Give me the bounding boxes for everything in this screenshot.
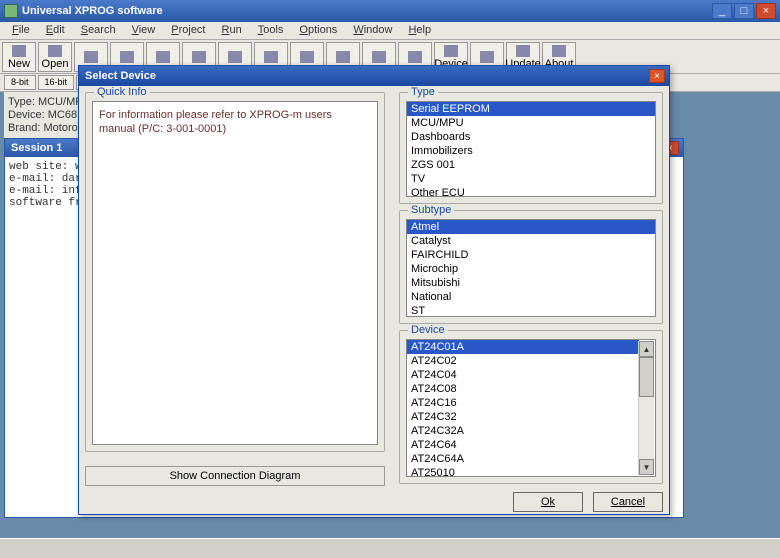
list-item[interactable]: AT25010 — [407, 466, 639, 477]
list-item[interactable]: AT24C08 — [407, 382, 639, 396]
menubar: FileEditSearchViewProjectRunToolsOptions… — [0, 22, 780, 40]
toolbar2-8-bit[interactable]: 8-bit — [4, 75, 36, 90]
show-connection-diagram-button[interactable]: Show Connection Diagram — [85, 466, 385, 486]
menu-file[interactable]: File — [4, 22, 38, 39]
close-button[interactable]: × — [756, 3, 776, 19]
list-item[interactable]: National — [407, 290, 655, 304]
list-item[interactable]: MCU/MPU — [407, 116, 655, 130]
menu-view[interactable]: View — [124, 22, 164, 39]
list-item[interactable]: Dashboards — [407, 130, 655, 144]
menu-project[interactable]: Project — [163, 22, 213, 39]
scroll-up-button[interactable]: ▲ — [639, 341, 654, 357]
select-device-dialog: Select Device × Quick Info For informati… — [78, 65, 670, 515]
app-icon — [4, 4, 18, 18]
info-device-label: Device: — [8, 109, 45, 121]
list-item[interactable]: AT24C02 — [407, 354, 639, 368]
quick-info-group: Quick Info For information please refer … — [85, 92, 385, 452]
menu-search[interactable]: Search — [73, 22, 124, 39]
list-item[interactable]: AT24C01A — [407, 340, 639, 354]
list-item[interactable]: Atmel — [407, 220, 655, 234]
scroll-thumb[interactable] — [639, 357, 654, 397]
menu-options[interactable]: Options — [291, 22, 345, 39]
quick-info-label: Quick Info — [94, 86, 150, 98]
main-titlebar: Universal XPROG software _ □ × — [0, 0, 780, 22]
list-item[interactable]: ST — [407, 304, 655, 317]
ok-button[interactable]: Ok — [513, 492, 583, 512]
device-label: Device — [408, 324, 448, 336]
device-group: Device AT24C01AAT24C02AT24C04AT24C08AT24… — [399, 330, 663, 484]
type-listbox[interactable]: Serial EEPROMMCU/MPUDashboardsImmobilize… — [406, 101, 656, 197]
subtype-label: Subtype — [408, 204, 454, 216]
toolbar-Open[interactable]: Open — [38, 42, 72, 72]
subtype-listbox[interactable]: AtmelCatalystFAIRCHILDMicrochipMitsubish… — [406, 219, 656, 317]
maximize-button[interactable]: □ — [734, 3, 754, 19]
list-item[interactable]: AT24C64 — [407, 438, 639, 452]
device-scrollbar[interactable]: ▲ ▼ — [638, 341, 654, 475]
quick-info-text: For information please refer to XPROG-m … — [92, 101, 378, 445]
app-title: Universal XPROG software — [22, 5, 712, 17]
minimize-button[interactable]: _ — [712, 3, 732, 19]
list-item[interactable]: Microchip — [407, 262, 655, 276]
menu-help[interactable]: Help — [400, 22, 439, 39]
list-item[interactable]: AT24C04 — [407, 368, 639, 382]
menu-window[interactable]: Window — [345, 22, 400, 39]
list-item[interactable]: Serial EEPROM — [407, 102, 655, 116]
window-buttons: _ □ × — [712, 3, 776, 19]
list-item[interactable]: AT24C64A — [407, 452, 639, 466]
list-item[interactable]: AT24C16 — [407, 396, 639, 410]
list-item[interactable]: ZGS 001 — [407, 158, 655, 172]
list-item[interactable]: Mitsubishi — [407, 276, 655, 290]
type-group: Type Serial EEPROMMCU/MPUDashboardsImmob… — [399, 92, 663, 204]
info-brand-label: Brand: — [8, 122, 40, 134]
list-item[interactable]: AT24C32 — [407, 410, 639, 424]
device-listbox[interactable]: AT24C01AAT24C02AT24C04AT24C08AT24C16AT24… — [406, 339, 656, 477]
list-item[interactable]: Catalyst — [407, 234, 655, 248]
list-item[interactable]: FAIRCHILD — [407, 248, 655, 262]
toolbar2-16-bit[interactable]: 16-bit — [38, 75, 75, 90]
scroll-down-button[interactable]: ▼ — [639, 459, 654, 475]
list-item[interactable]: TV — [407, 172, 655, 186]
info-type-label: Type: — [8, 96, 35, 108]
list-item[interactable]: Immobilizers — [407, 144, 655, 158]
menu-run[interactable]: Run — [214, 22, 250, 39]
subtype-group: Subtype AtmelCatalystFAIRCHILDMicrochipM… — [399, 210, 663, 324]
toolbar-New[interactable]: New — [2, 42, 36, 72]
menu-edit[interactable]: Edit — [38, 22, 73, 39]
type-label: Type — [408, 86, 438, 98]
dialog-button-row: Ok Cancel — [399, 492, 663, 512]
dialog-title: Select Device — [79, 66, 669, 86]
menu-tools[interactable]: Tools — [250, 22, 292, 39]
cancel-button[interactable]: Cancel — [593, 492, 663, 512]
list-item[interactable]: AT24C32A — [407, 424, 639, 438]
dialog-close-button[interactable]: × — [649, 69, 665, 83]
taskbar — [0, 538, 780, 558]
list-item[interactable]: Other ECU — [407, 186, 655, 197]
